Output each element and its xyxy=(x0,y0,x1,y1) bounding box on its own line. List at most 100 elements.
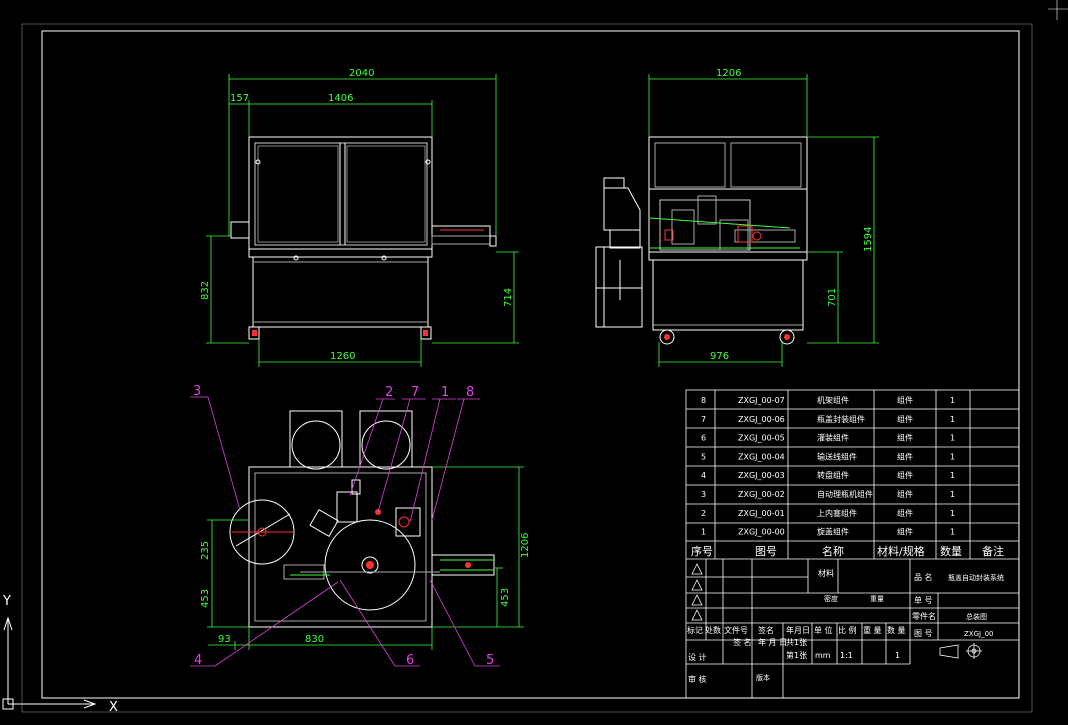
dim-front-frame-width: 1406 xyxy=(328,93,353,104)
tb-sheet-no: 第1张 xyxy=(786,650,807,660)
parts-row-qty: 1 xyxy=(950,452,955,461)
tb-unit-value: mm xyxy=(815,651,831,660)
parts-row-name: 灌装组件 xyxy=(817,433,849,443)
dim-front-left-offset: 157 xyxy=(230,93,249,104)
parts-row-name: 旋盖组件 xyxy=(817,527,849,537)
parts-row-code: ZXGJ_00-05 xyxy=(738,434,785,443)
parts-row-code: ZXGJ_00-06 xyxy=(738,415,785,424)
parts-row-qty: 1 xyxy=(950,415,955,424)
dim-side-width: 1206 xyxy=(716,68,741,79)
parts-row-material: 组件 xyxy=(897,489,913,499)
parts-row-no: 2 xyxy=(701,509,706,518)
header-no: 序号 xyxy=(691,544,713,558)
tb-product-name-label: 品 名 xyxy=(914,572,933,582)
ucs-axis-icon xyxy=(2,616,97,710)
front-view-red-parts xyxy=(252,330,428,336)
parts-row-material: 组件 xyxy=(897,527,913,537)
crosshair-cursor-icon xyxy=(1048,0,1068,20)
header-code: 图号 xyxy=(755,545,777,558)
side-view-colored-parts xyxy=(649,217,800,340)
balloon-8: 8 xyxy=(466,385,474,400)
drawing-border xyxy=(21,23,1033,713)
tb-version-label: 版本 xyxy=(756,673,770,682)
top-view-colored-parts xyxy=(232,509,494,576)
tb-weight: 重量 xyxy=(870,595,884,603)
tb-sign-label: 签 名 xyxy=(733,637,752,647)
parts-row-code: ZXGJ_00-00 xyxy=(738,528,785,537)
dim-top-lower-left: 453 xyxy=(200,589,211,608)
top-view xyxy=(229,410,495,628)
tb-date-label: 年 月 日 xyxy=(758,637,787,647)
title-block-texts: 材料 品 名 瓶盖自动封装系统 密度 重量 单 号 零件名 总装图 图 号 ZX… xyxy=(687,568,1004,684)
tb-scale-value: 1:1 xyxy=(840,651,853,660)
parts-row-material: 组件 xyxy=(897,470,913,480)
dim-front-total-width: 2040 xyxy=(349,68,374,79)
header-material: 材料/规格 xyxy=(877,544,925,558)
parts-row-no: 6 xyxy=(701,434,706,443)
dim-front-base-width: 1260 xyxy=(330,351,355,362)
parts-row-name: 转盘组件 xyxy=(817,470,849,480)
balloon-5: 5 xyxy=(486,653,494,668)
tb-part-name-label: 零件名 xyxy=(912,611,936,621)
tb-rev-doc: 文件号 xyxy=(724,625,748,635)
tb-sheets-total: 共1张 xyxy=(786,638,807,647)
dim-front-total-height: 832 xyxy=(200,281,211,300)
balloon-2: 2 xyxy=(385,385,393,400)
parts-row-material: 组件 xyxy=(897,414,913,424)
parts-row-no: 7 xyxy=(701,415,706,424)
balloon-7: 7 xyxy=(411,385,419,400)
parts-row-name: 瓶盖封装组件 xyxy=(817,414,865,424)
cad-drawing-canvas[interactable]: 2040 157 1406 832 714 1260 1206 1594 701… xyxy=(0,0,1068,725)
parts-row-name: 机架组件 xyxy=(817,395,849,405)
tb-unit-col: 单 位 xyxy=(814,625,833,635)
dim-top-lower-right: 453 xyxy=(500,588,511,607)
tb-material-label: 材料 xyxy=(818,568,834,578)
parts-row-no: 5 xyxy=(701,452,706,461)
side-view xyxy=(595,136,808,345)
tb-density: 密度 xyxy=(824,594,838,603)
parts-row-material: 组件 xyxy=(897,508,913,518)
dim-top-left-offset: 93 xyxy=(218,634,231,645)
parts-row-qty: 1 xyxy=(950,509,955,518)
balloon-labels: 3 2 7 1 8 4 6 5 xyxy=(193,384,494,668)
balloon-4: 4 xyxy=(194,653,202,668)
dim-side-table-height: 701 xyxy=(827,288,838,307)
tb-qty-col: 数 量 xyxy=(887,625,906,635)
tb-rev-date: 年月日 xyxy=(786,625,810,635)
dim-side-base-width: 976 xyxy=(710,351,729,362)
tb-weight-col: 重 量 xyxy=(863,625,882,635)
parts-row-no: 1 xyxy=(701,528,706,537)
tb-drawing-no-label: 图 号 xyxy=(914,629,933,638)
tb-scale-col: 比 例 xyxy=(838,625,857,635)
warning-triangle-icons xyxy=(691,563,703,621)
tb-unit-label: 单 号 xyxy=(914,595,933,605)
parts-row-name: 自动理瓶机组件 xyxy=(817,489,873,499)
parts-row-no: 3 xyxy=(701,490,706,499)
parts-row-qty: 1 xyxy=(950,471,955,480)
header-note: 备注 xyxy=(982,544,1004,558)
tb-product-name: 瓶盖自动封装系统 xyxy=(948,573,1004,582)
parts-row-material: 组件 xyxy=(897,433,913,443)
tb-rev-count: 处数 xyxy=(705,625,721,635)
tb-rev-sign: 签名 xyxy=(758,625,774,635)
balloon-3: 3 xyxy=(193,384,201,399)
dim-top-width: 830 xyxy=(305,634,324,645)
parts-row-qty: 1 xyxy=(950,434,955,443)
balloon-6: 6 xyxy=(406,653,414,668)
tb-design-label: 设 计 xyxy=(688,652,707,662)
parts-row-code: ZXGJ_00-02 xyxy=(738,490,785,499)
parts-row-name: 输送线组件 xyxy=(817,451,857,461)
parts-row-qty: 1 xyxy=(950,528,955,537)
tb-rev-mark: 标记 xyxy=(687,625,703,635)
parts-row-qty: 1 xyxy=(950,396,955,405)
parts-row-code: ZXGJ_00-07 xyxy=(738,396,785,405)
parts-row-material: 组件 xyxy=(897,395,913,405)
tb-drawing-no: ZXGJ_00 xyxy=(964,630,994,638)
parts-row-qty: 1 xyxy=(950,490,955,499)
parts-row-material: 组件 xyxy=(897,451,913,461)
dim-side-total-height: 1594 xyxy=(863,227,874,252)
projection-symbol-icon xyxy=(939,643,982,659)
tb-review-label: 审 核 xyxy=(688,674,707,684)
parts-row-code: ZXGJ_00-01 xyxy=(738,509,785,518)
dim-top-upper: 235 xyxy=(200,541,211,560)
